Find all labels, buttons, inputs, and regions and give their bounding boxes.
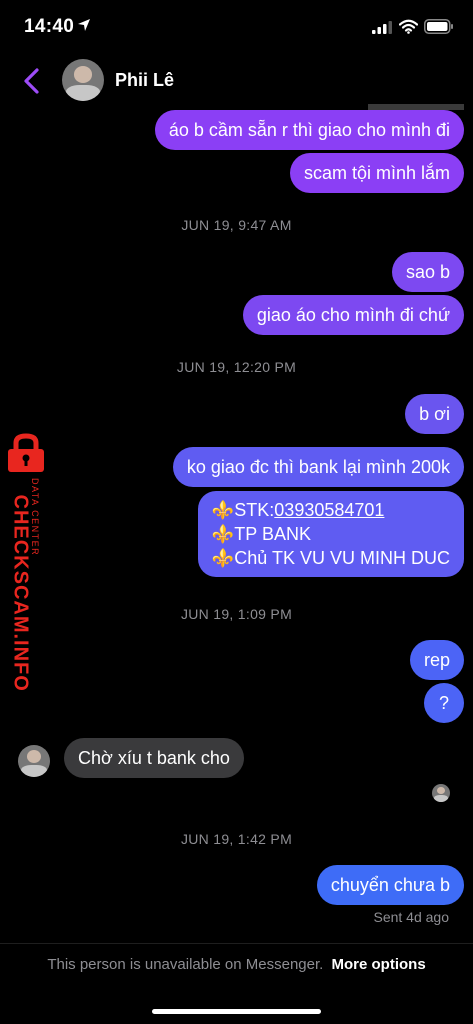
contact-avatar[interactable] [62, 59, 104, 101]
message-bubble-incoming[interactable]: Chờ xíu t bank cho [64, 738, 244, 778]
seen-receipt-avatar [432, 784, 450, 802]
sender-avatar[interactable] [18, 745, 50, 777]
contact-name[interactable]: Phii Lê [115, 70, 174, 91]
battery-icon [424, 19, 453, 34]
message-bubble-outgoing[interactable]: giao áo cho mình đi chứ [242, 295, 464, 335]
home-indicator[interactable] [152, 1009, 321, 1014]
cellular-signal-icon [372, 21, 392, 34]
bank-info-message[interactable]: ⚜️STK:03930584701 ⚜️TP BANK ⚜️Chủ TK VU … [197, 491, 464, 577]
message-bubble-outgoing[interactable]: scam tội mình lắm [289, 153, 464, 193]
timestamp: JUN 19, 9:47 AM [181, 217, 292, 233]
watermark-subtitle: DATA CENTER [30, 478, 40, 557]
back-chevron-icon[interactable] [22, 66, 42, 96]
account-number-link[interactable]: 03930584701 [274, 500, 384, 520]
status-time: 14:40 [24, 16, 75, 37]
watermark: DATA CENTER CHECKSCAM.INFO [0, 433, 52, 692]
message-bubble-outgoing[interactable]: b ơi [405, 394, 464, 434]
sent-status: Sent 4d ago [373, 909, 449, 925]
footer-divider [0, 943, 473, 944]
message-bubble-outgoing[interactable]: áo b cầm sẵn r thì giao cho mình đi [154, 110, 464, 150]
watermark-title: CHECKSCAM.INFO [9, 494, 32, 692]
message-bubble-outgoing[interactable]: chuyển chưa b [316, 865, 464, 905]
status-bar: 14:40 [0, 0, 473, 56]
message-bubble-outgoing[interactable]: ko giao đc thì bank lại mình 200k [172, 447, 464, 487]
bank-name-line: ⚜️TP BANK [211, 524, 311, 544]
unavailable-text: This person is unavailable on Messenger. [47, 956, 324, 973]
conversation-header: Phii Lê [0, 56, 473, 106]
timestamp: JUN 19, 12:20 PM [176, 359, 297, 375]
stk-label: ⚜️STK: [211, 500, 275, 520]
timestamp: JUN 19, 1:09 PM [180, 606, 293, 622]
unavailable-notice: This person is unavailable on Messenger.… [0, 956, 473, 973]
message-bubble-outgoing[interactable]: sao b [391, 252, 464, 292]
message-bubble-outgoing[interactable]: rep [409, 640, 464, 680]
more-options-link[interactable]: More options [332, 956, 426, 973]
message-bubble-outgoing[interactable]: ? [424, 683, 464, 723]
wifi-icon [399, 19, 418, 34]
location-arrow-icon [78, 19, 90, 31]
padlock-icon [8, 433, 44, 472]
account-holder-line: ⚜️Chủ TK VU VU MINH DUC [211, 548, 450, 568]
timestamp: JUN 19, 1:42 PM [180, 831, 293, 847]
